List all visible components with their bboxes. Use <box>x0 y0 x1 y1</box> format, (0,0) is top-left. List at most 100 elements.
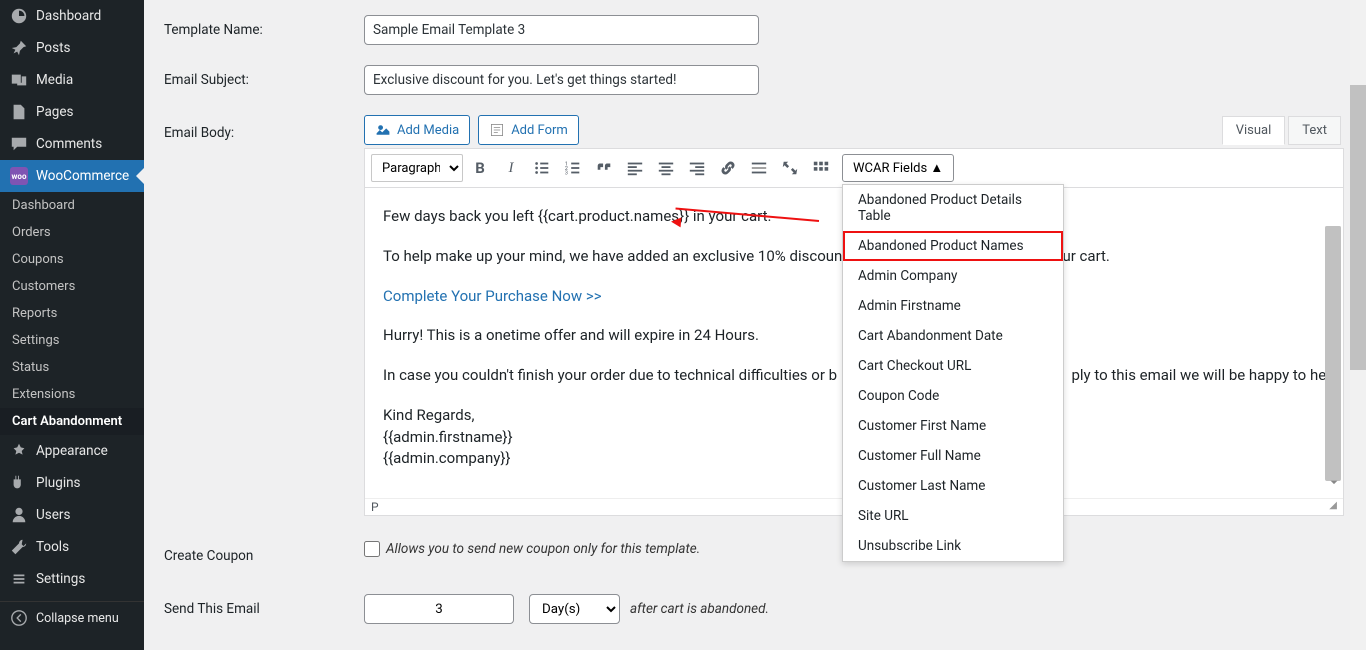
settings-icon <box>10 570 28 588</box>
template-name-label: Template Name: <box>164 15 364 38</box>
page-icon <box>10 103 28 121</box>
sidebar-item-label: Posts <box>36 40 70 56</box>
page-scroll-thumb[interactable] <box>1350 85 1366 370</box>
sidebar-item-dashboard[interactable]: Dashboard <box>0 0 144 32</box>
align-right-button[interactable] <box>683 154 711 182</box>
row-create-coupon: Create Coupon Allows you to send new cou… <box>164 541 1344 564</box>
wcar-item-2[interactable]: Admin Company <box>843 261 1063 291</box>
sidebar-item-label: Appearance <box>36 443 108 459</box>
email-body-label: Email Body: <box>164 115 364 141</box>
submenu-reports[interactable]: Reports <box>0 300 144 327</box>
editor: Visual Text Paragraph B I 123 <box>364 148 1344 516</box>
row-send-email: Send This Email Day(s) after cart is aba… <box>164 594 1344 624</box>
sidebar-item-label: Media <box>36 72 73 88</box>
sidebar-item-plugins[interactable]: Plugins <box>0 467 144 499</box>
sidebar-item-appearance[interactable]: Appearance <box>0 435 144 467</box>
sidebar-item-posts[interactable]: Posts <box>0 32 144 64</box>
collapse-menu[interactable]: Collapse menu <box>0 602 144 634</box>
submenu-settings[interactable]: Settings <box>0 327 144 354</box>
sidebar-item-comments[interactable]: Comments <box>0 128 144 160</box>
svg-text:3: 3 <box>565 170 568 176</box>
number-list-button[interactable]: 123 <box>559 154 587 182</box>
sidebar-item-label: Pages <box>36 104 74 120</box>
sidebar-submenu: Dashboard Orders Coupons Customers Repor… <box>0 192 144 435</box>
wcar-item-4[interactable]: Cart Abandonment Date <box>843 321 1063 351</box>
submenu-cart-abandonment[interactable]: Cart Abandonment <box>0 408 144 435</box>
resize-handle-icon[interactable]: ◢ <box>1329 500 1337 514</box>
sidebar-item-tools[interactable]: Tools <box>0 531 144 563</box>
send-email-unit-select[interactable]: Day(s) <box>529 594 620 624</box>
italic-button[interactable]: I <box>497 154 525 182</box>
sidebar-item-woocommerce[interactable]: woo WooCommerce <box>0 160 144 192</box>
wcar-item-10[interactable]: Site URL <box>843 501 1063 531</box>
create-coupon-checkbox[interactable] <box>364 541 380 557</box>
wcar-item-7[interactable]: Customer First Name <box>843 411 1063 441</box>
body-link[interactable]: Complete Your Purchase Now >> <box>383 287 602 305</box>
link-button[interactable] <box>714 154 742 182</box>
status-path: P <box>371 500 379 514</box>
tab-visual[interactable]: Visual <box>1222 116 1286 145</box>
add-media-button[interactable]: Add Media <box>364 115 470 145</box>
page-scroll-track <box>1350 0 1366 650</box>
submenu-status[interactable]: Status <box>0 354 144 381</box>
wcar-item-11[interactable]: Unsubscribe Link <box>843 531 1063 561</box>
editor-scroll-thumb[interactable] <box>1325 226 1341 481</box>
chevron-down-icon[interactable] <box>1327 474 1341 496</box>
sidebar-item-label: Users <box>36 507 70 523</box>
plugin-icon <box>10 474 28 492</box>
form-icon <box>489 122 505 138</box>
quote-button[interactable] <box>590 154 618 182</box>
wcar-item-1[interactable]: Abandoned Product Names <box>843 231 1063 261</box>
template-name-input[interactable] <box>364 15 759 45</box>
send-email-after-text: after cart is abandoned. <box>630 601 769 617</box>
submenu-customers[interactable]: Customers <box>0 273 144 300</box>
sidebar-item-label: WooCommerce <box>36 168 129 184</box>
fullscreen-button[interactable] <box>776 154 804 182</box>
submenu-orders[interactable]: Orders <box>0 219 144 246</box>
user-icon <box>10 506 28 524</box>
wcar-item-0[interactable]: Abandoned Product Details Table <box>843 185 1063 231</box>
add-form-label: Add Form <box>511 123 568 138</box>
sidebar-item-pages[interactable]: Pages <box>0 96 144 128</box>
wcar-item-5[interactable]: Cart Checkout URL <box>843 351 1063 381</box>
collapse-icon <box>10 609 28 627</box>
row-email-subject: Email Subject: <box>164 65 1344 95</box>
wcar-item-6[interactable]: Coupon Code <box>843 381 1063 411</box>
sidebar-item-label: Tools <box>36 539 69 555</box>
sidebar-item-media[interactable]: Media <box>0 64 144 96</box>
format-select[interactable]: Paragraph <box>371 154 463 182</box>
wcar-item-9[interactable]: Customer Last Name <box>843 471 1063 501</box>
submenu-coupons[interactable]: Coupons <box>0 246 144 273</box>
bullet-list-button[interactable] <box>528 154 556 182</box>
tool-icon <box>10 538 28 556</box>
bold-button[interactable]: B <box>466 154 494 182</box>
body-paragraph: {{admin.firstname}} <box>383 428 513 446</box>
wcar-item-3[interactable]: Admin Firstname <box>843 291 1063 321</box>
sidebar-item-users[interactable]: Users <box>0 499 144 531</box>
collapse-label: Collapse menu <box>36 611 119 626</box>
wcar-item-8[interactable]: Customer Full Name <box>843 441 1063 471</box>
sidebar-item-label: Plugins <box>36 475 81 491</box>
email-subject-input[interactable] <box>364 65 759 95</box>
submenu-dashboard[interactable]: Dashboard <box>0 192 144 219</box>
sidebar-item-label: Dashboard <box>36 8 101 24</box>
create-coupon-description: Allows you to send new coupon only for t… <box>386 541 700 557</box>
pin-icon <box>10 39 28 57</box>
body-paragraph: Kind Regards, <box>383 406 474 424</box>
add-media-label: Add Media <box>397 123 459 138</box>
email-subject-label: Email Subject: <box>164 65 364 88</box>
more-button[interactable] <box>745 154 773 182</box>
editor-toolbar: Paragraph B I 123 WCAR Fields ▲ <box>365 149 1343 188</box>
row-email-body: Email Body: Add Media Add Form Visual Te… <box>164 115 1344 516</box>
toolbar-toggle-button[interactable] <box>807 154 835 182</box>
tab-text[interactable]: Text <box>1288 116 1341 145</box>
send-email-value-input[interactable] <box>364 594 514 624</box>
body-paragraph: {{admin.company}} <box>383 449 511 467</box>
woo-icon: woo <box>10 167 28 185</box>
align-center-button[interactable] <box>652 154 680 182</box>
add-form-button[interactable]: Add Form <box>478 115 579 145</box>
submenu-extensions[interactable]: Extensions <box>0 381 144 408</box>
align-left-button[interactable] <box>621 154 649 182</box>
wcar-fields-button[interactable]: WCAR Fields ▲ <box>842 154 954 182</box>
sidebar-item-settings[interactable]: Settings <box>0 563 144 595</box>
